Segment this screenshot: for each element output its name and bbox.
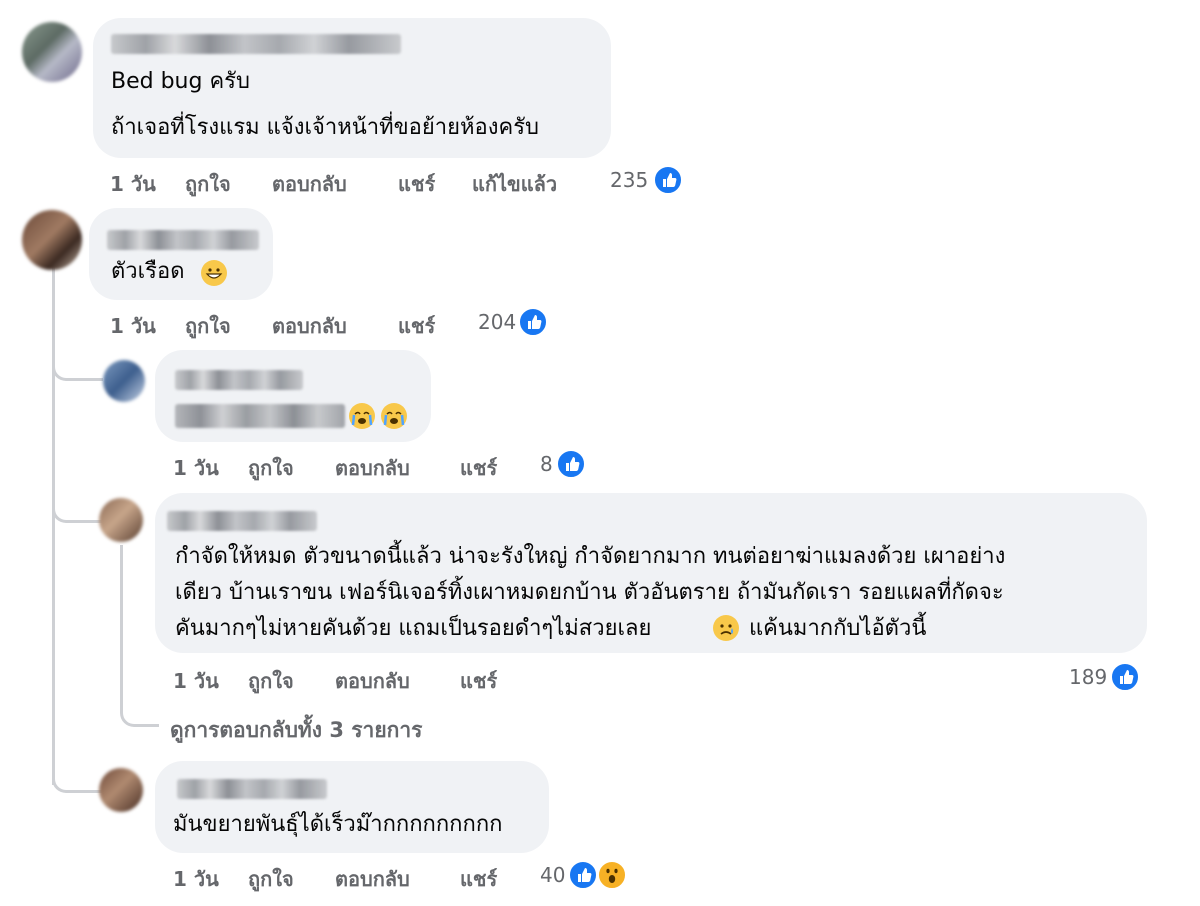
commenter-name[interactable]	[177, 779, 327, 799]
like-icon	[556, 449, 586, 479]
reaction-count[interactable]: 8	[540, 452, 553, 476]
commenter-name[interactable]	[111, 34, 401, 54]
thread-connector-c3	[52, 350, 103, 381]
commenter-name[interactable]	[175, 370, 303, 390]
reply-button[interactable]: ตอบกลับ	[335, 452, 410, 484]
comment-time[interactable]: 1 วัน	[173, 863, 219, 895]
crying-emoji	[349, 403, 375, 429]
share-button[interactable]: แชร์	[460, 665, 497, 697]
sad-emoji	[713, 615, 739, 641]
comment-text-line: ถ้าเจอที่โรงแรม แจ้งเจ้าหน้าที่ขอย้ายห้อ…	[111, 115, 539, 140]
thread-connector-view-replies	[120, 700, 159, 727]
like-button[interactable]: ถูกใจ	[185, 168, 231, 200]
reaction-count[interactable]: 189	[1069, 665, 1107, 689]
comment-time[interactable]: 1 วัน	[110, 310, 156, 342]
avatar[interactable]	[22, 22, 82, 82]
commenter-name[interactable]	[107, 230, 259, 250]
reply-button[interactable]: ตอบกลับ	[335, 863, 410, 895]
comment-time[interactable]: 1 วัน	[173, 665, 219, 697]
comment-bubble: ตัวเรือด	[89, 208, 273, 300]
comment-text-line: เดียว บ้านเราขน เฟอร์นิเจอร์ทิ้งเผาหมดยก…	[175, 580, 1004, 605]
thread-connector-c4	[52, 490, 103, 523]
comment-text-line: มันขยายพันธุ์ได้เร็วม๊ากกกกกกกกก	[173, 812, 503, 837]
comment-bubble: กำจัดให้หมด ตัวขนาดนี้แล้ว น่าจะรังใหญ่ …	[155, 493, 1147, 653]
share-button[interactable]: แชร์	[460, 452, 497, 484]
comment-bubble	[155, 350, 431, 442]
avatar[interactable]	[99, 498, 143, 542]
avatar[interactable]	[99, 768, 143, 812]
share-button[interactable]: แชร์	[460, 863, 497, 895]
reply-button[interactable]: ตอบกลับ	[272, 310, 347, 342]
like-button[interactable]: ถูกใจ	[185, 310, 231, 342]
comment-time[interactable]: 1 วัน	[110, 168, 156, 200]
edited-label: แก้ไขแล้ว	[472, 172, 558, 196]
avatar[interactable]	[22, 210, 82, 270]
share-button[interactable]: แชร์	[398, 168, 435, 200]
comment-text-line: กำจัดให้หมด ตัวขนาดนี้แล้ว น่าจะรังใหญ่ …	[175, 544, 1006, 569]
like-icon	[568, 860, 598, 890]
commenter-name[interactable]	[167, 511, 317, 531]
comment-time[interactable]: 1 วัน	[173, 452, 219, 484]
like-button[interactable]: ถูกใจ	[248, 452, 294, 484]
reply-button[interactable]: ตอบกลับ	[335, 665, 410, 697]
comment-bubble: มันขยายพันธุ์ได้เร็วม๊ากกกกกกกกก	[155, 761, 549, 853]
like-icon	[518, 307, 548, 337]
comment-text-line: คันมากๆไม่หายคันด้วย แถมเป็นรอยดำๆไม่สวย…	[175, 616, 652, 641]
comment-bubble: Bed bug ครับ ถ้าเจอที่โรงแรม แจ้งเจ้าหน้…	[93, 18, 611, 158]
comment-text-line: Bed bug ครับ	[111, 69, 250, 94]
thread-connector-c5	[52, 760, 103, 793]
reaction-count[interactable]: 235	[610, 168, 648, 192]
share-button[interactable]: แชร์	[398, 310, 435, 342]
grinning-sweat-emoji	[201, 260, 227, 286]
reply-button[interactable]: ตอบกลับ	[272, 168, 347, 200]
comment-text-blurred	[175, 404, 345, 428]
reaction-count[interactable]: 204	[478, 310, 516, 334]
reaction-count[interactable]: 40	[540, 863, 565, 887]
wow-icon	[597, 860, 627, 890]
thread-line-c4	[120, 545, 123, 705]
view-replies-link[interactable]: ดูการตอบกลับทั้ง 3 รายการ	[170, 714, 422, 747]
like-icon	[653, 165, 683, 195]
comment-text-line: แค้นมากกับไอ้ตัวนี้	[749, 616, 927, 641]
like-button[interactable]: ถูกใจ	[248, 863, 294, 895]
avatar[interactable]	[103, 360, 145, 402]
like-icon	[1110, 662, 1140, 692]
like-button[interactable]: ถูกใจ	[248, 665, 294, 697]
comment-text-line: ตัวเรือด	[111, 259, 185, 284]
crying-emoji	[381, 403, 407, 429]
